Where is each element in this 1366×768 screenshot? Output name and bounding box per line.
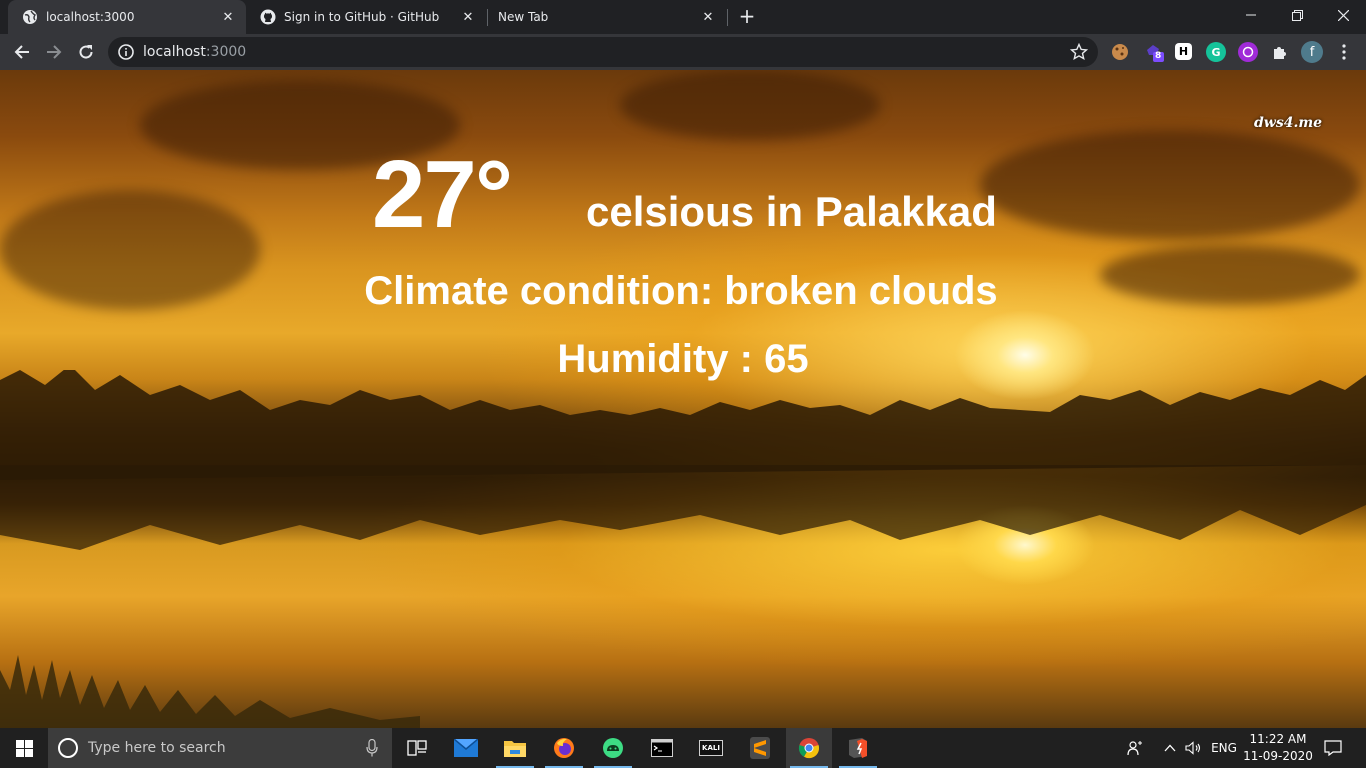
tab-github[interactable]: Sign in to GitHub · GitHub ✕ — [246, 0, 486, 34]
volume-icon[interactable] — [1183, 728, 1205, 768]
vpn-icon[interactable] — [1238, 42, 1258, 62]
sublime-text-icon — [750, 737, 770, 759]
cloud-decoration — [620, 70, 880, 140]
close-tab-icon[interactable]: ✕ — [700, 9, 716, 25]
system-clock[interactable]: 11:22 AM 11-09-2020 — [1243, 731, 1313, 765]
mail-app[interactable] — [443, 728, 489, 768]
restore-button[interactable] — [1274, 0, 1320, 30]
search-placeholder: Type here to search — [88, 740, 226, 756]
terminal-icon — [651, 739, 673, 757]
tab-localhost[interactable]: localhost:3000 ✕ — [8, 0, 246, 34]
url-host: localhost — [143, 44, 206, 60]
treeline-silhouette — [0, 370, 1366, 480]
close-window-button[interactable] — [1320, 0, 1366, 30]
temperature-value: 27° — [372, 141, 513, 248]
tab-new-tab[interactable]: New Tab ✕ — [488, 0, 726, 34]
microphone-icon[interactable] — [366, 739, 378, 757]
clock-date: 11-09-2020 — [1243, 749, 1313, 763]
windows-logo-icon — [15, 739, 33, 757]
forward-arrow-icon — [47, 45, 62, 59]
browser-toolbar: localhost:3000 8 H G f — [0, 34, 1366, 70]
forward-button[interactable] — [40, 38, 68, 66]
reload-button[interactable] — [72, 38, 100, 66]
bookmark-star-icon[interactable] — [1070, 43, 1088, 61]
cookie-icon[interactable] — [1110, 42, 1130, 62]
back-arrow-icon — [14, 45, 29, 59]
weather-page: dws4.me 27° celsious in Palakkad Climate… — [0, 70, 1366, 728]
people-icon[interactable] — [1124, 728, 1146, 768]
file-explorer-icon — [504, 741, 526, 757]
github-icon — [260, 9, 276, 25]
tab-title: localhost:3000 — [46, 10, 135, 24]
close-tab-icon[interactable]: ✕ — [220, 9, 236, 25]
android-studio-app[interactable] — [590, 728, 636, 768]
address-bar[interactable]: localhost:3000 — [108, 37, 1098, 67]
mail-icon — [454, 739, 478, 757]
start-button[interactable] — [0, 728, 48, 768]
tab-divider — [727, 9, 728, 26]
menu-kebab-icon[interactable] — [1334, 42, 1354, 62]
extension-badge-icon[interactable]: 8 — [1144, 42, 1164, 62]
water-reflection — [0, 465, 1366, 550]
kali-icon: KALI — [699, 740, 723, 756]
language-indicator[interactable]: ENG — [1208, 728, 1240, 768]
globe-icon — [22, 9, 38, 25]
windows-taskbar: Type here to search KALI ENG 11:22 AM 11… — [0, 728, 1366, 768]
wallpaper-watermark: dws4.me — [1254, 115, 1323, 131]
tab-title: New Tab — [498, 10, 549, 24]
android-studio-icon — [603, 738, 623, 758]
cloud-decoration — [980, 130, 1360, 240]
new-tab-button[interactable]: + — [736, 6, 758, 28]
humidity-value: Humidity : 65 — [557, 337, 809, 381]
sublime-text-app[interactable] — [737, 728, 783, 768]
url-port: :3000 — [205, 44, 247, 60]
chrome-app[interactable] — [786, 728, 832, 768]
back-button[interactable] — [8, 38, 36, 66]
kali-app[interactable]: KALI — [688, 728, 734, 768]
task-view-button[interactable] — [394, 728, 440, 768]
chevron-up-icon[interactable] — [1160, 728, 1180, 768]
puzzle-icon[interactable] — [1270, 42, 1290, 62]
search-icon — [58, 738, 78, 758]
firefox-app[interactable] — [541, 728, 587, 768]
info-icon[interactable] — [118, 44, 134, 60]
close-tab-icon[interactable]: ✕ — [460, 9, 476, 25]
reload-icon — [79, 45, 93, 59]
clock-time: 11:22 AM — [1249, 732, 1307, 746]
git-bash-app[interactable] — [835, 728, 881, 768]
task-view-icon — [407, 740, 427, 756]
terminal-app[interactable] — [639, 728, 685, 768]
minimize-button[interactable] — [1228, 0, 1274, 30]
grammarly-icon[interactable]: G — [1206, 42, 1226, 62]
git-bash-icon — [849, 738, 867, 758]
grass-foreground — [0, 655, 420, 728]
climate-condition: Climate condition: broken clouds — [364, 269, 998, 313]
taskbar-search-box[interactable]: Type here to search — [48, 728, 392, 768]
extension-badge-count: 8 — [1155, 51, 1162, 61]
tab-strip: localhost:3000 ✕ Sign in to GitHub · Git… — [0, 0, 1366, 34]
file-explorer-app[interactable] — [492, 728, 538, 768]
notification-icon[interactable] — [1318, 728, 1348, 768]
profile-avatar[interactable]: f — [1301, 41, 1323, 63]
firefox-icon — [554, 738, 574, 758]
unit-and-city: celsious in Palakkad — [586, 188, 997, 235]
chrome-icon — [798, 738, 820, 759]
h-icon[interactable]: H — [1175, 43, 1192, 60]
tab-title: Sign in to GitHub · GitHub — [284, 10, 440, 24]
